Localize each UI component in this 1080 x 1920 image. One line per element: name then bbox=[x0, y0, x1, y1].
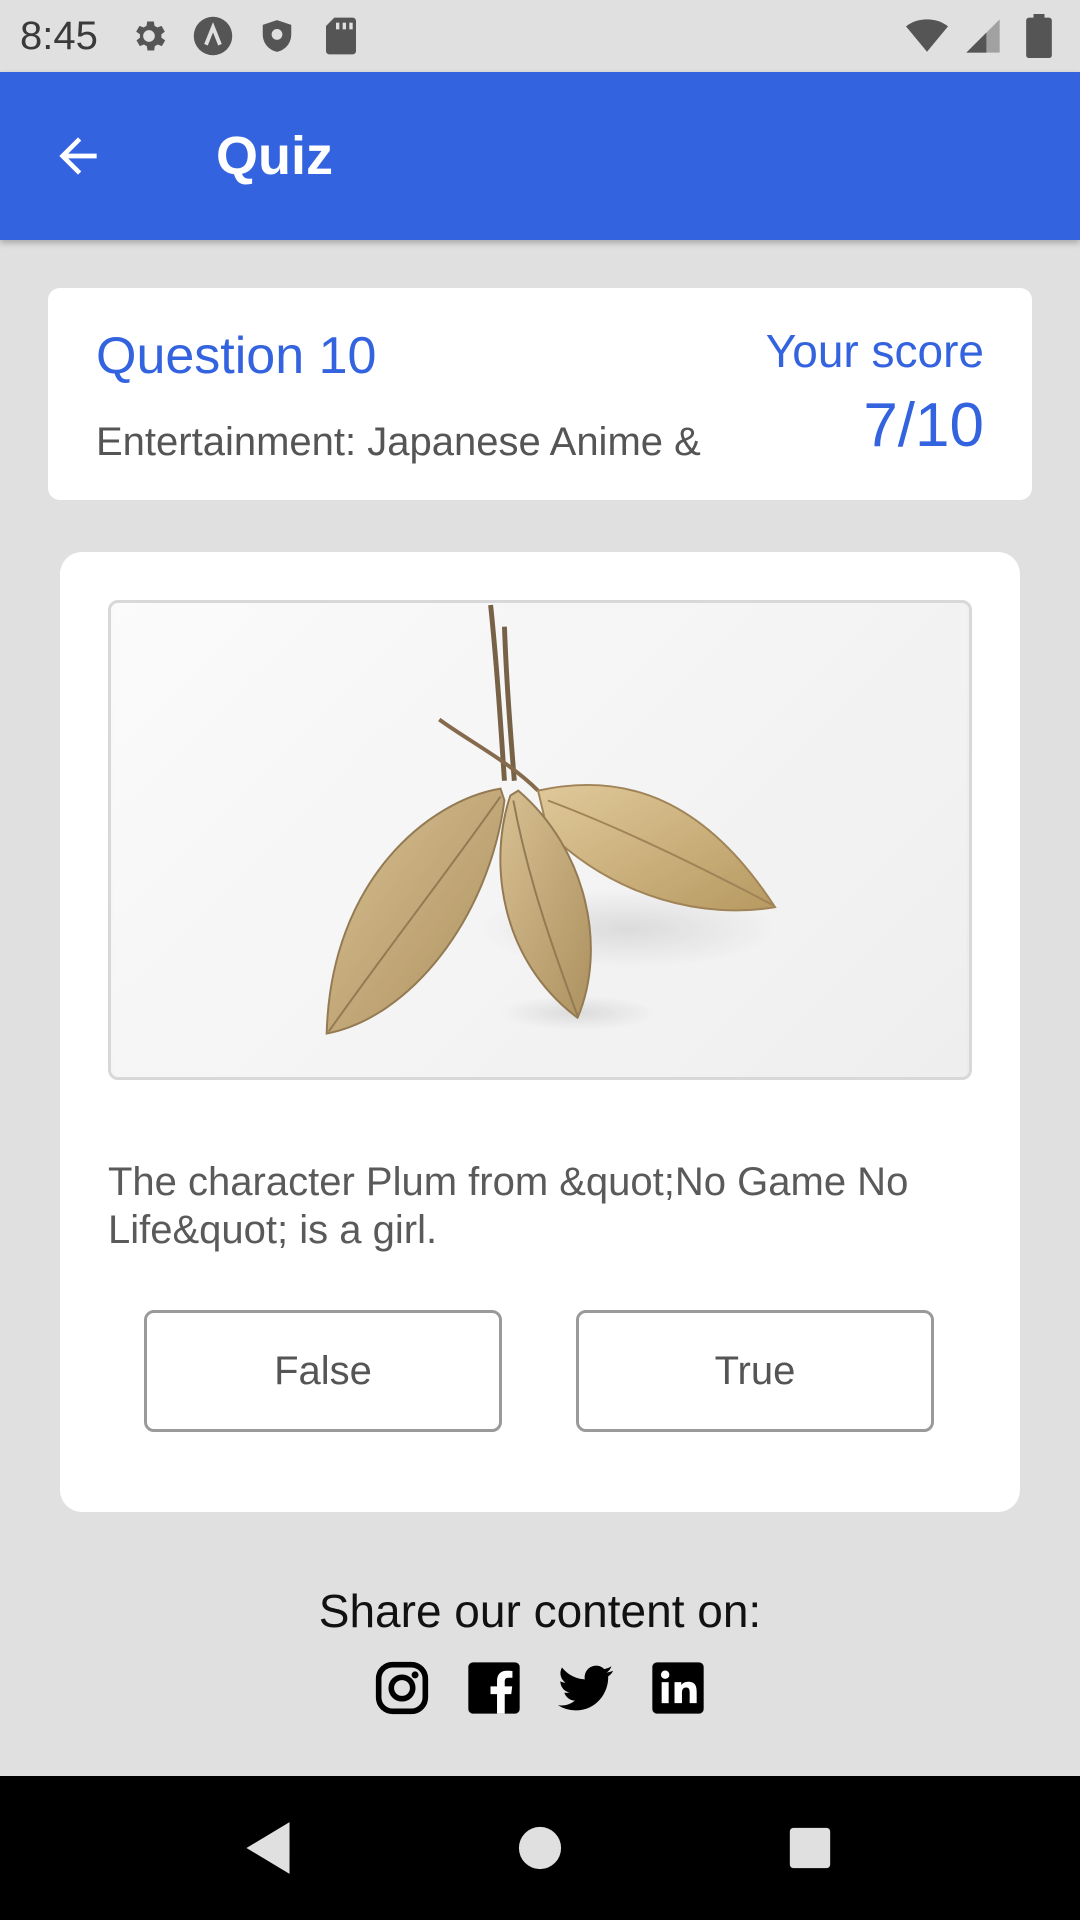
score-label: Your score bbox=[765, 325, 984, 377]
nav-recents-button[interactable] bbox=[760, 1798, 860, 1898]
arrow-left-icon bbox=[59, 137, 97, 175]
score-value: 7/10 bbox=[863, 391, 984, 460]
wifi-icon bbox=[906, 15, 948, 57]
share-icons bbox=[0, 1660, 1080, 1716]
question-card: The character Plum from &quot;No Game No… bbox=[60, 552, 1020, 1512]
status-bar: 8:45 bbox=[0, 0, 1080, 72]
nav-back-button[interactable] bbox=[218, 1798, 318, 1898]
sd-card-icon bbox=[320, 15, 362, 57]
share-label: Share our content on: bbox=[318, 1585, 762, 1637]
answer-true-button[interactable]: True bbox=[576, 1310, 934, 1432]
status-time: 8:45 bbox=[20, 13, 98, 58]
shield-icon bbox=[256, 15, 298, 57]
quiz-header-card: Question 10 Entertainment: Japanese Anim… bbox=[48, 288, 1032, 500]
triangle-back-icon bbox=[246, 1822, 290, 1874]
settings-gear-icon bbox=[128, 15, 170, 57]
square-recents-icon bbox=[789, 1827, 831, 1869]
circle-home-icon bbox=[518, 1826, 562, 1870]
linkedin-icon[interactable] bbox=[650, 1660, 706, 1716]
golden-leaves-image bbox=[113, 603, 967, 1077]
page-title: Quiz bbox=[216, 126, 333, 186]
question-text: The character Plum from &quot;No Game No… bbox=[108, 1160, 909, 1252]
app-bar: Quiz bbox=[0, 72, 1080, 240]
status-icons-left bbox=[128, 15, 362, 57]
instagram-icon[interactable] bbox=[374, 1660, 430, 1716]
question-category: Entertainment: Japanese Anime & bbox=[96, 420, 701, 464]
back-button[interactable] bbox=[28, 106, 128, 206]
question-image bbox=[108, 600, 972, 1080]
twitter-icon[interactable] bbox=[558, 1660, 614, 1716]
status-icons-right bbox=[906, 14, 1060, 58]
battery-icon bbox=[1018, 14, 1060, 58]
app-a-icon bbox=[192, 15, 234, 57]
nav-home-button[interactable] bbox=[490, 1798, 590, 1898]
system-nav-bar bbox=[0, 1776, 1080, 1920]
facebook-icon[interactable] bbox=[466, 1660, 522, 1716]
cell-signal-icon bbox=[962, 15, 1004, 57]
answer-false-button[interactable]: False bbox=[144, 1310, 502, 1432]
question-number: Question 10 bbox=[96, 327, 377, 385]
